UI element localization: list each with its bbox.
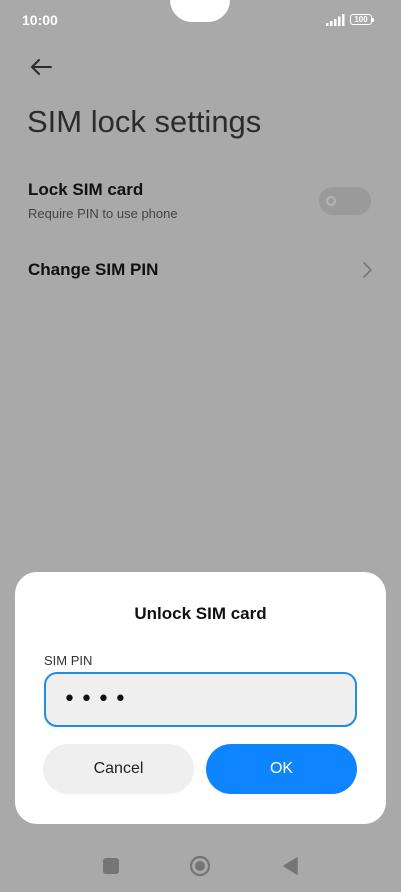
- sim-pin-label: SIM PIN: [44, 653, 93, 668]
- change-sim-pin-row[interactable]: Change SIM PIN: [0, 250, 401, 290]
- lock-sim-card-subtitle: Require PIN to use phone: [28, 206, 178, 221]
- signal-icon: [326, 14, 345, 26]
- back-triangle-icon[interactable]: [281, 855, 301, 877]
- toggle-knob: [326, 196, 336, 206]
- change-sim-pin-label: Change SIM PIN: [28, 260, 159, 279]
- home-circle-icon[interactable]: [189, 855, 211, 877]
- battery-icon: 100: [350, 14, 374, 25]
- ok-button[interactable]: OK: [206, 744, 357, 794]
- lock-sim-card-label: Lock SIM card: [28, 180, 144, 199]
- chevron-right-icon: [363, 262, 372, 278]
- sim-pin-input[interactable]: ••••: [44, 672, 357, 727]
- unlock-sim-dialog: Unlock SIM card SIM PIN •••• Cancel OK: [15, 572, 386, 824]
- screen: 10:00 100 SIM lock settings Lock SIM car…: [0, 0, 401, 892]
- lock-sim-card-row[interactable]: Lock SIM card Require PIN to use phone: [0, 174, 401, 234]
- arrow-left-icon[interactable]: [26, 52, 56, 82]
- status-time: 10:00: [22, 12, 58, 28]
- lock-sim-toggle[interactable]: [319, 187, 371, 215]
- recents-square-icon[interactable]: [103, 858, 119, 874]
- dialog-title: Unlock SIM card: [134, 604, 267, 623]
- page-title: SIM lock settings: [27, 104, 262, 139]
- camera-notch: [170, 0, 230, 22]
- cancel-button[interactable]: Cancel: [43, 744, 194, 794]
